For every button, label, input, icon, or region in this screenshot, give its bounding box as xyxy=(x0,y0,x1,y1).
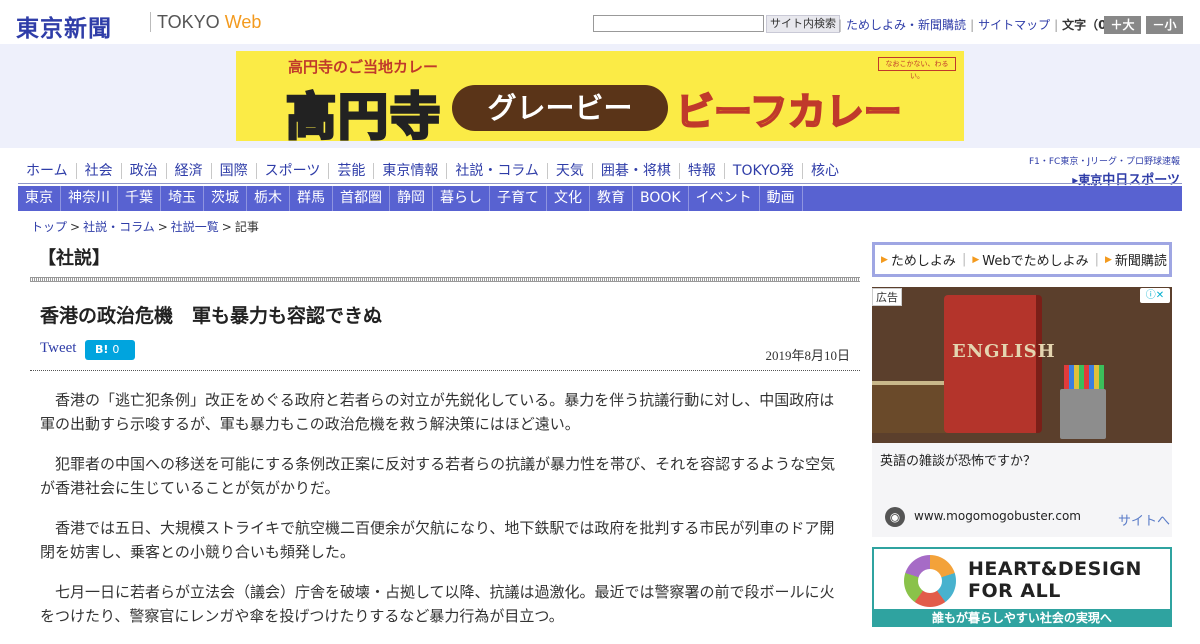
article-paragraph: 香港の「逃亡犯条例」改正をめぐる政府と若者らの対立が先鋭化している。暴力を伴う抗… xyxy=(40,391,835,433)
chunichi-sub: F1・FC東京・Jリーグ・プロ野球速報 xyxy=(1028,157,1180,167)
section-title: 【社説】 xyxy=(38,248,110,269)
nav-item[interactable]: 経済 xyxy=(165,163,211,179)
breadcrumb-opinion[interactable]: 社説・コラム xyxy=(83,220,155,234)
breadcrumb-current: 記事 xyxy=(234,220,259,234)
hatena-count: 0 xyxy=(112,343,120,356)
region-nav-item[interactable]: 栃木 xyxy=(247,186,290,211)
nav-item[interactable]: 特報 xyxy=(678,163,724,179)
article-divider xyxy=(30,370,860,371)
book-stack-image xyxy=(872,381,952,433)
banner-accent: ビーフカレー xyxy=(675,89,903,135)
region-nav-item[interactable]: 群馬 xyxy=(290,186,333,211)
triangle-icon: ▶ xyxy=(972,254,980,265)
nav-item[interactable]: 核心 xyxy=(801,163,847,179)
region-nav-item[interactable]: 千葉 xyxy=(118,186,161,211)
ad-cta-link[interactable]: サイトへ xyxy=(1118,510,1170,529)
nav-item[interactable]: 天気 xyxy=(546,163,592,179)
site-header: 東京新聞 TOKYO Web サイト内検索 | ためしよみ・新聞購読 | サイトマップ… xyxy=(0,0,1200,44)
banner-tag: なおこかない、わるい。 xyxy=(878,57,956,80)
region-nav-item[interactable]: イベント xyxy=(689,186,760,211)
region-nav-item[interactable]: 静岡 xyxy=(390,186,433,211)
region-nav-item[interactable]: 茨城 xyxy=(204,186,247,211)
ad-info-icon[interactable]: ⓘ✕ xyxy=(1140,288,1170,303)
sitemap-link[interactable]: サイトマップ xyxy=(978,18,1050,32)
breadcrumb-top[interactable]: トップ xyxy=(31,220,67,234)
nav-item[interactable]: 社会 xyxy=(75,163,121,179)
hatena-bookmark-button[interactable]: B! 0 xyxy=(85,340,135,360)
banner-ad[interactable]: 高円寺のご当地カレー 高円寺 グレービー ビーフカレー なおこかない、わるい。 xyxy=(236,51,964,141)
subscribe-link[interactable]: ためしよみ・新聞購読 xyxy=(846,18,966,32)
tokyo-web-logo[interactable]: TOKYO Web xyxy=(157,12,261,33)
hd-footer: 誰もが暮らしやすい社会の実現へ xyxy=(874,609,1170,625)
nav-item[interactable]: 国際 xyxy=(210,163,256,179)
hatena-label: B! xyxy=(95,343,109,356)
region-nav-item[interactable]: 動画 xyxy=(760,186,803,211)
chunichi-pre: ▸東京 xyxy=(1072,173,1103,187)
article-paragraph: 香港では五日、大規模ストライキで航空機二百便余が欠航になり、地下鉄駅では政府を批… xyxy=(40,519,835,561)
triangle-icon: ▶ xyxy=(881,254,888,265)
heart-design-banner[interactable]: HEART&DESIGN FOR ALL 誰もが暮らしやすい社会の実現へ xyxy=(872,547,1172,627)
heart-design-logo-icon xyxy=(904,555,956,607)
sidebar-ad[interactable]: ENGLISH 広告 ⓘ✕ 英語の雑談が恐怖ですか？ ◉ www.mogomog… xyxy=(872,287,1172,537)
ad-image[interactable]: ENGLISH 広告 ⓘ✕ xyxy=(872,287,1172,443)
trial-link[interactable]: ためしよみ xyxy=(891,250,956,269)
nav-item[interactable]: 政治 xyxy=(120,163,166,179)
region-nav-item[interactable]: 教育 xyxy=(590,186,633,211)
nav-divider xyxy=(18,183,1182,184)
region-nav-item[interactable]: 首都圏 xyxy=(333,186,390,211)
region-nav-item[interactable]: 子育て xyxy=(490,186,547,211)
secondary-nav: 東京 神奈川 千葉 埼玉 茨城 栃木 群馬 首都圏 静岡 暮らし 子育て 文化 教育 BOOK イベント 動画 xyxy=(18,186,1182,211)
banner-big-text: 高円寺 xyxy=(285,87,442,142)
globe-icon: ◉ xyxy=(885,507,905,527)
region-nav-item[interactable]: 文化 xyxy=(547,186,590,211)
article-body: 香港の「逃亡犯条例」改正をめぐる政府と若者らの対立が先鋭化している。暴力を伴う抗… xyxy=(40,388,845,644)
region-nav-item[interactable]: BOOK xyxy=(633,186,689,211)
section-divider xyxy=(30,277,860,282)
web-trial-link[interactable]: Webでためしよみ xyxy=(982,250,1088,269)
font-smaller-button[interactable]: －小 xyxy=(1146,16,1183,34)
english-book-image: ENGLISH xyxy=(944,295,1055,433)
pen-cup-image xyxy=(1060,389,1106,439)
triangle-icon: ▶ xyxy=(1104,254,1112,265)
ad-text[interactable]: 英語の雑談が恐怖ですか？ xyxy=(880,450,1036,469)
site-logo[interactable]: 東京新聞 xyxy=(16,9,112,43)
region-nav-item[interactable]: 東京 xyxy=(18,186,61,211)
breadcrumb: トップ > 社説・コラム > 社説一覧 > 記事 xyxy=(31,220,259,234)
banner-subtitle: 高円寺のご当地カレー xyxy=(288,58,439,76)
article-paragraph: 犯罪者の中国への移送を可能にする条例改正案に反対する若者らの抗議が暴力性を帯び、… xyxy=(40,455,836,497)
book-title: ENGLISH xyxy=(952,341,1056,362)
subscribe-sidebar-link[interactable]: 新聞購読 xyxy=(1115,250,1167,269)
nav-item[interactable]: TOKYO発 xyxy=(723,163,802,179)
article-date: 2019年8月10日 xyxy=(765,348,850,363)
hd-line2: FOR ALL xyxy=(968,580,1061,602)
search-button[interactable]: サイト内検索 xyxy=(766,15,840,33)
ad-url[interactable]: www.mogomogobuster.com xyxy=(914,509,1081,523)
search-input[interactable] xyxy=(593,15,764,32)
region-nav-item[interactable]: 神奈川 xyxy=(61,186,118,211)
hd-line1: HEART&DESIGN xyxy=(968,558,1142,580)
header-links: | ためしよみ・新聞購読 | サイトマップ | 文字（0） xyxy=(838,18,1119,32)
subscription-links-box: ▶ ためしよみ | ▶ Webでためしよみ | ▶ 新聞購読 xyxy=(872,242,1172,277)
tokyo-web-logo-accent: Web xyxy=(224,12,262,32)
nav-item[interactable]: 東京情報 xyxy=(373,163,447,179)
nav-item[interactable]: ホーム xyxy=(18,163,76,179)
nav-item[interactable]: スポーツ xyxy=(255,163,329,179)
article-headline: 香港の政治危機 軍も暴力も容認できぬ xyxy=(40,305,383,327)
font-larger-button[interactable]: ＋大 xyxy=(1104,16,1141,34)
banner-pill: グレービー xyxy=(452,85,668,131)
region-nav-item[interactable]: 暮らし xyxy=(433,186,490,211)
nav-item[interactable]: 社説・コラム xyxy=(446,163,547,179)
breadcrumb-editorials[interactable]: 社説一覧 xyxy=(171,220,219,234)
ad-label: 広告 xyxy=(872,288,902,306)
nav-item[interactable]: 芸能 xyxy=(328,163,374,179)
primary-nav: ホーム 社会 政治 経済 国際 スポーツ 芸能 東京情報 社説・コラム 天気 囲碁・将棋 特報 TOKY… xyxy=(18,160,847,182)
tweet-button[interactable]: Tweet xyxy=(40,340,76,357)
region-nav-item[interactable]: 埼玉 xyxy=(161,186,204,211)
nav-item[interactable]: 囲碁・将棋 xyxy=(591,163,679,179)
article-paragraph: 七月一日に若者らが立法会（議会）庁舎を破壊・占拠して以降、抗議は過激化。最近では… xyxy=(40,583,835,625)
logo-divider xyxy=(150,12,151,32)
tokyo-web-logo-main: TOKYO xyxy=(157,12,225,32)
